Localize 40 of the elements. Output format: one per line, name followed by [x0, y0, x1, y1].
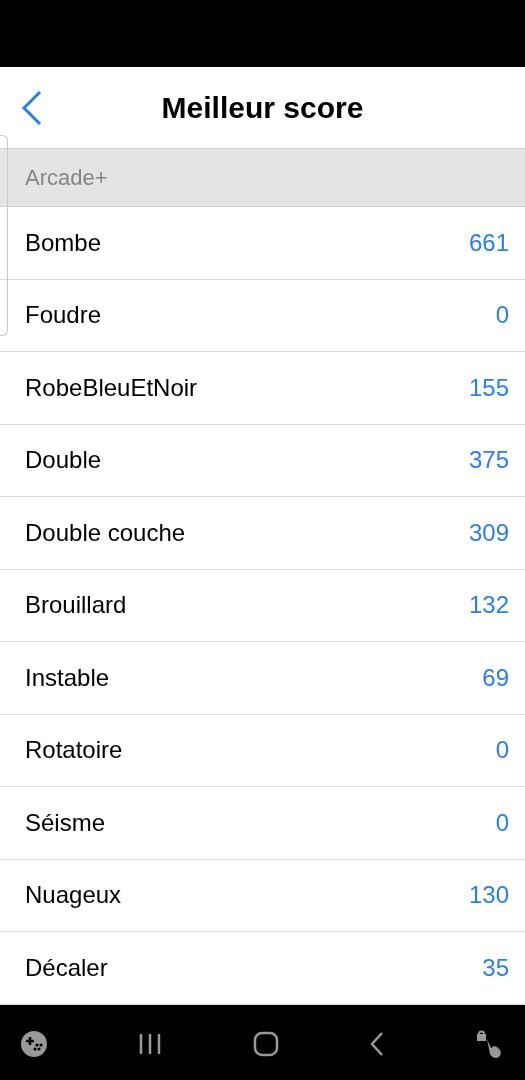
- score-value: 0: [495, 807, 509, 838]
- mode-name: Double: [25, 445, 102, 476]
- score-value: 130: [468, 880, 509, 911]
- score-value: 375: [468, 445, 509, 476]
- score-row[interactable]: Brouillard 132: [0, 569, 525, 642]
- section-header: Arcade+: [25, 164, 108, 192]
- mode-name: Double couche: [25, 517, 186, 548]
- score-value: 35: [482, 952, 509, 983]
- score-value: 155: [468, 372, 509, 403]
- mode-name: Décaler: [25, 952, 108, 983]
- mode-name: Séisme: [25, 807, 106, 838]
- mode-name: Rotatoire: [25, 735, 123, 766]
- score-value: 69: [482, 662, 509, 693]
- score-row[interactable]: Séisme 0: [0, 787, 525, 860]
- score-value: 0: [495, 735, 509, 766]
- page-title: Meilleur score: [161, 90, 364, 126]
- mode-name: Brouillard: [25, 590, 127, 621]
- score-value: 0: [495, 300, 509, 331]
- mode-name: Bombe: [25, 227, 102, 258]
- score-row[interactable]: Décaler 35: [0, 932, 525, 1005]
- home-icon[interactable]: [252, 1031, 279, 1057]
- score-row[interactable]: RobeBleuEtNoir 155: [0, 352, 525, 425]
- back-icon[interactable]: [368, 1031, 385, 1057]
- score-row[interactable]: Nuageux 130: [0, 859, 525, 932]
- back-icon: [21, 90, 43, 126]
- recent-apps-icon[interactable]: [138, 1032, 163, 1056]
- score-value: 132: [468, 590, 509, 621]
- mode-name: Nuageux: [25, 880, 122, 911]
- score-row[interactable]: Instable 69: [0, 642, 525, 715]
- score-row[interactable]: Bombe 661: [0, 207, 525, 280]
- score-value: 661: [468, 227, 509, 258]
- mode-name: Instable: [25, 662, 110, 693]
- score-value: 309: [468, 517, 509, 548]
- mode-name: Foudre: [25, 300, 102, 331]
- game-controller-icon[interactable]: [20, 1030, 48, 1058]
- score-row[interactable]: Double couche 309: [0, 497, 525, 570]
- score-row[interactable]: Foudre 0: [0, 279, 525, 352]
- mode-name: RobeBleuEtNoir: [25, 372, 198, 403]
- score-row[interactable]: Rotatoire 0: [0, 714, 525, 787]
- score-row[interactable]: Double 375: [0, 424, 525, 497]
